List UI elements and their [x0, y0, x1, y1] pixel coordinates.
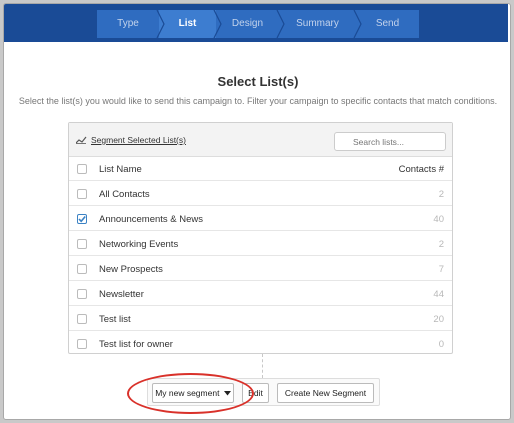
search-lists-input[interactable] [334, 132, 446, 151]
step-separator-icon [213, 10, 222, 38]
contact-count: 40 [433, 214, 444, 225]
checkmark-icon [78, 215, 86, 223]
list-row[interactable]: All Contacts 2 [69, 182, 452, 206]
step-list[interactable]: List [159, 10, 216, 38]
step-type[interactable]: Type [97, 10, 159, 38]
wizard-header: Type List Design Summary Send [4, 4, 508, 42]
segment-link-label: Segment Selected List(s) [91, 135, 186, 145]
wizard-steps: Type List Design Summary Send [97, 10, 419, 38]
contact-count: 7 [438, 264, 444, 275]
table-header: List Name Contacts # [69, 157, 452, 181]
list-name: Announcements & News [99, 214, 204, 225]
select-all-checkbox[interactable] [77, 164, 87, 174]
list-name: New Prospects [99, 264, 163, 275]
app-window: Type List Design Summary Send Select Lis… [3, 3, 511, 420]
panel-toolbar: Segment Selected List(s) [69, 123, 452, 157]
list-name: Newsletter [99, 289, 144, 300]
row-checkbox[interactable] [77, 314, 87, 324]
step-separator-icon [276, 10, 285, 38]
row-checkbox[interactable] [77, 189, 87, 199]
list-name: Test list for owner [99, 339, 173, 350]
list-name: Networking Events [99, 239, 179, 250]
step-separator-icon [156, 10, 165, 38]
row-checkbox[interactable] [77, 264, 87, 274]
column-header-name: List Name [99, 164, 142, 175]
list-row[interactable]: New Prospects 7 [69, 257, 452, 281]
create-new-segment-button[interactable]: Create New Segment [277, 383, 374, 403]
step-separator-icon [353, 10, 362, 38]
column-header-count: Contacts # [398, 164, 444, 175]
row-checkbox[interactable] [77, 239, 87, 249]
contact-count: 2 [438, 239, 444, 250]
list-row[interactable]: Test list for owner 0 [69, 332, 452, 356]
list-name: All Contacts [99, 189, 150, 200]
highlight-annotation-oval [127, 373, 254, 414]
contact-count: 20 [433, 314, 444, 325]
step-summary[interactable]: Summary [279, 10, 356, 38]
page-title: Select List(s) [217, 74, 299, 89]
list-row[interactable]: Newsletter 44 [69, 282, 452, 306]
list-row[interactable]: Networking Events 2 [69, 232, 452, 256]
list-name: Test list [99, 314, 131, 325]
contact-count: 44 [433, 289, 444, 300]
row-checkbox[interactable] [77, 214, 87, 224]
contact-count: 2 [438, 189, 444, 200]
row-checkbox[interactable] [77, 289, 87, 299]
step-send[interactable]: Send [356, 10, 419, 38]
connector-line [262, 354, 263, 378]
segment-icon [76, 136, 87, 144]
page-subtitle: Select the list(s) you would like to sen… [18, 96, 498, 106]
contact-count: 0 [438, 339, 444, 350]
row-checkbox[interactable] [77, 339, 87, 349]
step-design[interactable]: Design [216, 10, 279, 38]
list-row[interactable]: Announcements & News 40 [69, 207, 452, 231]
list-selection-panel: Segment Selected List(s) List Name Conta… [68, 122, 453, 354]
list-row[interactable]: Test list 20 [69, 307, 452, 331]
segment-selected-lists-link[interactable]: Segment Selected List(s) [76, 135, 186, 145]
